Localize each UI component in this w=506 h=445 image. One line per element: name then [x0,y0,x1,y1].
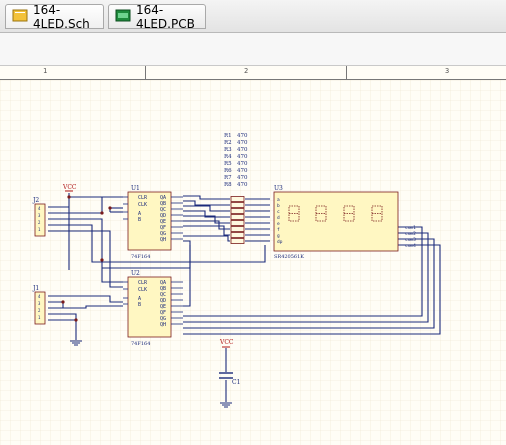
connector-ref: J2 [32,197,39,204]
svg-text:com4: com4 [405,243,416,249]
display-u3: U3 a b c d e f g dp com1 com2 com3 com4 … [273,185,416,260]
ruler-divider [145,66,146,79]
svg-text:CLK: CLK [138,202,147,208]
svg-text:B: B [138,302,141,308]
svg-text:c: c [277,210,280,215]
svg-text:f: f [277,227,280,233]
resistor-ref: R7 [224,175,232,181]
editor-toolbar-strip [0,33,506,66]
svg-text:e: e [277,222,280,227]
resistor-value: 470 [237,133,248,139]
svg-text:QH: QH [160,237,166,243]
vcc-symbol: VCC [219,339,234,348]
display-part: SR420561K [274,254,304,260]
document-tab-bar: 164-4LED.Sch 164-4LED.PCB [0,0,506,33]
tab-schematic-label: 164-4LED.Sch [33,2,90,31]
svg-text:CLK: CLK [138,287,147,293]
tab-pcb-label: 164-4LED.PCB [136,2,195,31]
resistor-value: 470 [237,161,248,167]
pcb-doc-icon [115,9,131,25]
ruler-zone-label: 1 [43,67,48,75]
resistor-ref: R8 [224,182,232,188]
vcc-symbol: VCC [62,184,77,192]
ruler-zone-label: 3 [445,67,450,75]
vcc-label: VCC [219,339,234,346]
resistor-ref: R2 [224,140,232,146]
svg-text:CLR: CLR [138,195,148,201]
svg-text:a: a [277,198,280,203]
ic-part: 74F164 [131,254,150,260]
resistor-ref: R4 [224,154,232,160]
tab-schematic[interactable]: 164-4LED.Sch [5,2,104,31]
resistor-value: 470 [237,140,248,146]
svg-text:g: g [277,234,280,239]
sheet-zone-ruler: 1 2 3 [0,66,506,80]
ruler-zone-label: 2 [244,67,249,75]
svg-text:CLR: CLR [138,280,148,286]
resistor-value: 470 [237,175,248,181]
capacitor-ref: C1 [232,379,240,386]
schematic-canvas[interactable]: R1 470 R2 470 R3 470 R4 470 R5 470 R6 470 R7 47… [0,80,506,445]
svg-text:QH: QH [160,322,166,328]
ic-part: 74F164 [131,341,150,347]
ic-ref: U2 [131,270,140,277]
svg-text:com1: com1 [405,225,416,231]
schematic-doc-icon [12,9,28,25]
vcc-label: VCC [62,184,77,191]
ruler-divider [346,66,347,79]
resistor-value: 470 [237,182,248,188]
resistor-ref: R3 [224,147,232,153]
resistor-value: 470 [237,147,248,153]
resistor-value: 470 [237,168,248,174]
display-ref: U3 [274,185,283,192]
connector-ref: J1 [32,285,39,292]
svg-text:b: b [277,203,280,209]
svg-text:com2: com2 [405,231,416,237]
svg-text:d: d [277,215,280,221]
resistor-ref: R5 [224,161,232,167]
svg-text:com3: com3 [405,237,416,243]
svg-text:B: B [138,217,141,223]
resistor-value: 470 [237,154,248,160]
resistor-ref: R1 [224,133,232,139]
tab-pcb[interactable]: 164-4LED.PCB [108,2,206,31]
svg-text:dp: dp [277,239,283,245]
resistor-ref: R6 [224,168,232,174]
ic-ref: U1 [131,185,140,192]
